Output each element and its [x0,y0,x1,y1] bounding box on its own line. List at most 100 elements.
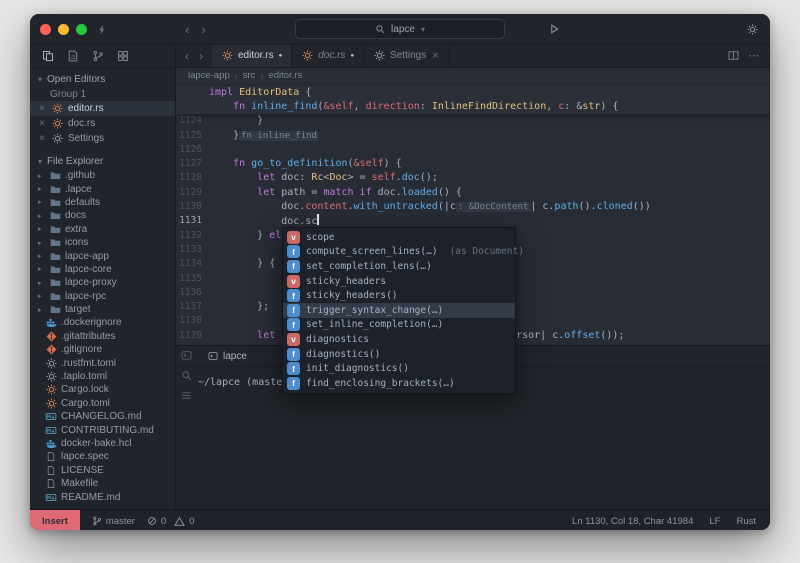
completion-item[interactable]: v scope [283,230,515,245]
run-icon[interactable] [548,23,560,35]
line-ending[interactable]: LF [709,516,720,527]
folder-item[interactable]: ▸ docs [30,209,175,222]
open-editor-item[interactable]: × doc.rs [30,116,175,131]
folder-item[interactable]: ▸ extra [30,223,175,236]
close-icon[interactable]: × [432,50,438,62]
folder-item[interactable]: ▸ lapce-proxy [30,276,175,289]
zoom-window-button[interactable] [76,23,87,35]
breadcrumb-item[interactable]: lapce-app [188,70,230,81]
file-item[interactable]: lapce.spec [30,450,175,463]
search-icon[interactable] [181,370,192,381]
split-editor-icon[interactable] [728,50,739,61]
function-kind-icon: f [287,303,300,317]
completion-item[interactable]: f diagnostics() [283,347,515,362]
tab-label: Settings [390,50,427,62]
file-name: .taplo.toml [61,371,108,383]
editor-mode-badge[interactable]: Insert [30,510,80,530]
folder-name: extra [65,223,88,235]
lapce-logo-icon [97,24,108,35]
open-editor-item[interactable]: × Settings [30,131,175,146]
function-kind-icon: f [287,347,300,361]
editor-tab[interactable]: editor.rs ● [212,45,293,67]
line-number: 1136 [179,286,202,298]
folder-item[interactable]: ▸ .github [30,169,175,182]
file-name: docker-bake.hcl [61,438,132,449]
completion-item[interactable]: f set_inline_completion(…) [283,318,515,333]
terminal-icon[interactable] [181,350,192,361]
list-icon[interactable] [181,390,192,401]
close-window-button[interactable] [40,23,51,35]
rust-icon [45,398,57,409]
function-kind-icon: f [287,376,300,390]
editor-tab[interactable]: doc.rs ● [292,45,365,67]
file-item[interactable]: Cargo.toml [30,397,175,410]
open-editor-item[interactable]: × editor.rs [30,101,175,116]
completion-item[interactable]: f trigger_syntax_change(…) [283,302,515,318]
completion-item[interactable]: f compute_screen_lines(…) (as Document) [283,245,524,260]
open-editors-header[interactable]: ▾ Open Editors [30,71,175,87]
settings-gear-icon[interactable] [747,24,758,35]
explorer-icon[interactable] [42,50,54,62]
code-line[interactable]: 1127 fn go_to_definition(&self) { [176,157,770,171]
completion-item[interactable]: f init_diagnostics() [283,361,515,376]
folder-item[interactable]: ▸ target [30,303,175,316]
completion-item[interactable]: f find_enclosing_brackets(…) [283,376,515,391]
completion-item[interactable]: f sticky_headers() [283,288,515,303]
file-item[interactable]: CONTRIBUTING.md [30,423,175,436]
file-item[interactable]: docker-bake.hcl [30,437,175,450]
file-item[interactable]: .dockerignore [30,316,175,329]
breadcrumb[interactable]: lapce-app › src › editor.rs [176,67,770,84]
folder-item[interactable]: ▸ icons [30,236,175,249]
code-line[interactable]: 1124 } [176,114,770,128]
file-tree: ▸ .github ▸ .lapce ▸ defaults ▸ docs ▸ extra ▸ icon… [30,169,175,504]
close-icon[interactable]: × [38,103,46,114]
file-name: .gitignore [61,344,103,356]
code-line[interactable]: 1126 [176,143,770,157]
file-item[interactable]: README.md [30,490,175,503]
code-line[interactable]: 1129 let path = match if doc.loaded() { [176,186,770,200]
problems-indicator[interactable]: 0 0 [147,516,195,527]
tab-forward-icon[interactable]: › [199,49,203,63]
file-item[interactable]: .gitignore [30,343,175,356]
file-item[interactable]: Makefile [30,477,175,490]
folder-item[interactable]: ▸ lapce-app [30,249,175,262]
search-panel-icon[interactable] [67,50,79,62]
file-explorer-header[interactable]: ▾ File Explorer [30,153,175,169]
minimize-window-button[interactable] [58,23,69,35]
completion-label: set_inline_completion(…) [306,319,444,331]
folder-item[interactable]: ▸ defaults [30,196,175,209]
folder-item[interactable]: ▸ lapce-rpc [30,290,175,303]
breadcrumb-item[interactable]: editor.rs [268,70,302,81]
close-icon[interactable]: × [38,133,46,144]
code-line[interactable]: 1125 } fn inline_find [176,129,770,143]
close-icon[interactable]: × [38,118,46,129]
completion-item[interactable]: v diagnostics [283,332,515,347]
completion-item[interactable]: v sticky_headers [283,274,515,289]
file-item[interactable]: Cargo.lock [30,383,175,396]
line-number: 1126 [179,143,202,155]
file-item[interactable]: .gitattributes [30,330,175,343]
branch-indicator[interactable]: master [92,516,135,527]
terminal-tab[interactable]: lapce [198,346,257,366]
language-mode[interactable]: Rust [736,516,756,527]
more-actions-icon[interactable]: ⋯ [749,50,761,62]
completion-label: init_diagnostics() [306,363,409,375]
extensions-icon[interactable] [117,50,129,62]
forward-icon[interactable]: › [201,22,205,37]
tab-back-icon[interactable]: ‹ [185,49,189,63]
folder-item[interactable]: ▸ .lapce [30,182,175,195]
file-item[interactable]: CHANGELOG.md [30,410,175,423]
file-item[interactable]: LICENSE [30,464,175,477]
code-line[interactable]: 1130 doc.content.with_untracked(|c: &Doc… [176,200,770,214]
source-control-icon[interactable] [92,50,104,62]
code-line[interactable]: 1128 let doc: Rc<Doc> = self.doc(); [176,171,770,185]
back-icon[interactable]: ‹ [185,22,189,37]
editor-tab[interactable]: Settings × [364,45,449,67]
command-palette[interactable]: lapce ▾ [295,19,505,39]
cursor-position[interactable]: Ln 1130, Col 18, Char 41984 [572,516,693,527]
breadcrumb-item[interactable]: src [243,70,256,81]
completion-item[interactable]: f set_completion_lens(…) [283,259,515,274]
file-item[interactable]: .rustfmt.toml [30,356,175,369]
folder-item[interactable]: ▸ lapce-core [30,263,175,276]
file-item[interactable]: .taplo.toml [30,370,175,383]
